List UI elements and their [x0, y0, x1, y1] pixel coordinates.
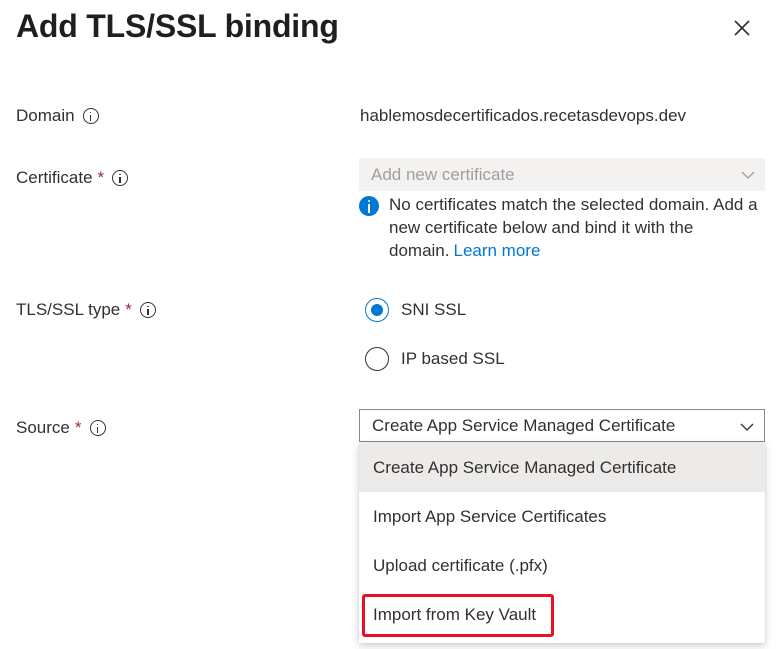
menu-item-upload-pfx[interactable]: Upload certificate (.pfx) — [359, 541, 765, 590]
tls-type-label-row: TLS/SSL type * — [16, 300, 156, 320]
domain-value: hablemosdecertificados.recetasdevops.dev — [360, 106, 687, 125]
source-dropdown[interactable]: Create App Service Managed Certificate — [359, 409, 765, 442]
required-marker: * — [97, 168, 105, 187]
certificate-dropdown-value: Add new certificate — [371, 164, 515, 184]
learn-more-link[interactable]: Learn more — [453, 241, 540, 260]
panel-title: Add TLS/SSL binding — [16, 8, 339, 44]
radio-sni-ssl[interactable]: SNI SSL — [365, 298, 466, 322]
certificate-notice: No certificates match the selected domai… — [359, 193, 765, 262]
highlight-annotation — [362, 594, 554, 637]
certificate-label-row: Certificate * — [16, 168, 129, 188]
info-filled-icon — [359, 196, 379, 216]
required-marker: * — [125, 300, 132, 319]
info-icon[interactable] — [82, 108, 99, 124]
chevron-down-icon — [740, 423, 754, 431]
menu-item-import-app-service[interactable]: Import App Service Certificates — [359, 492, 765, 541]
source-label: Source — [16, 418, 70, 437]
info-icon[interactable] — [89, 420, 106, 436]
close-button[interactable] — [728, 14, 756, 42]
required-marker: * — [74, 418, 82, 437]
radio-label: SNI SSL — [401, 300, 467, 319]
menu-item-create-managed[interactable]: Create App Service Managed Certificate — [359, 443, 765, 492]
certificate-dropdown: Add new certificate — [359, 158, 765, 191]
domain-label: Domain — [16, 106, 75, 125]
notice-text: No certificates match the selected domai… — [389, 195, 758, 260]
certificate-label: Certificate — [16, 168, 93, 187]
radio-button[interactable] — [365, 347, 389, 371]
chevron-down-icon — [741, 171, 755, 179]
source-dropdown-value: Create App Service Managed Certificate — [372, 415, 676, 435]
close-icon — [734, 20, 750, 36]
radio-ip-based-ssl[interactable]: IP based SSL — [365, 347, 505, 371]
info-icon[interactable] — [112, 170, 129, 186]
info-icon[interactable] — [139, 302, 156, 318]
domain-label-row: Domain — [16, 106, 99, 126]
tls-type-label: TLS/SSL type — [16, 300, 121, 319]
source-label-row: Source * — [16, 418, 106, 438]
radio-button-checked[interactable] — [365, 298, 389, 322]
radio-label: IP based SSL — [401, 349, 505, 368]
